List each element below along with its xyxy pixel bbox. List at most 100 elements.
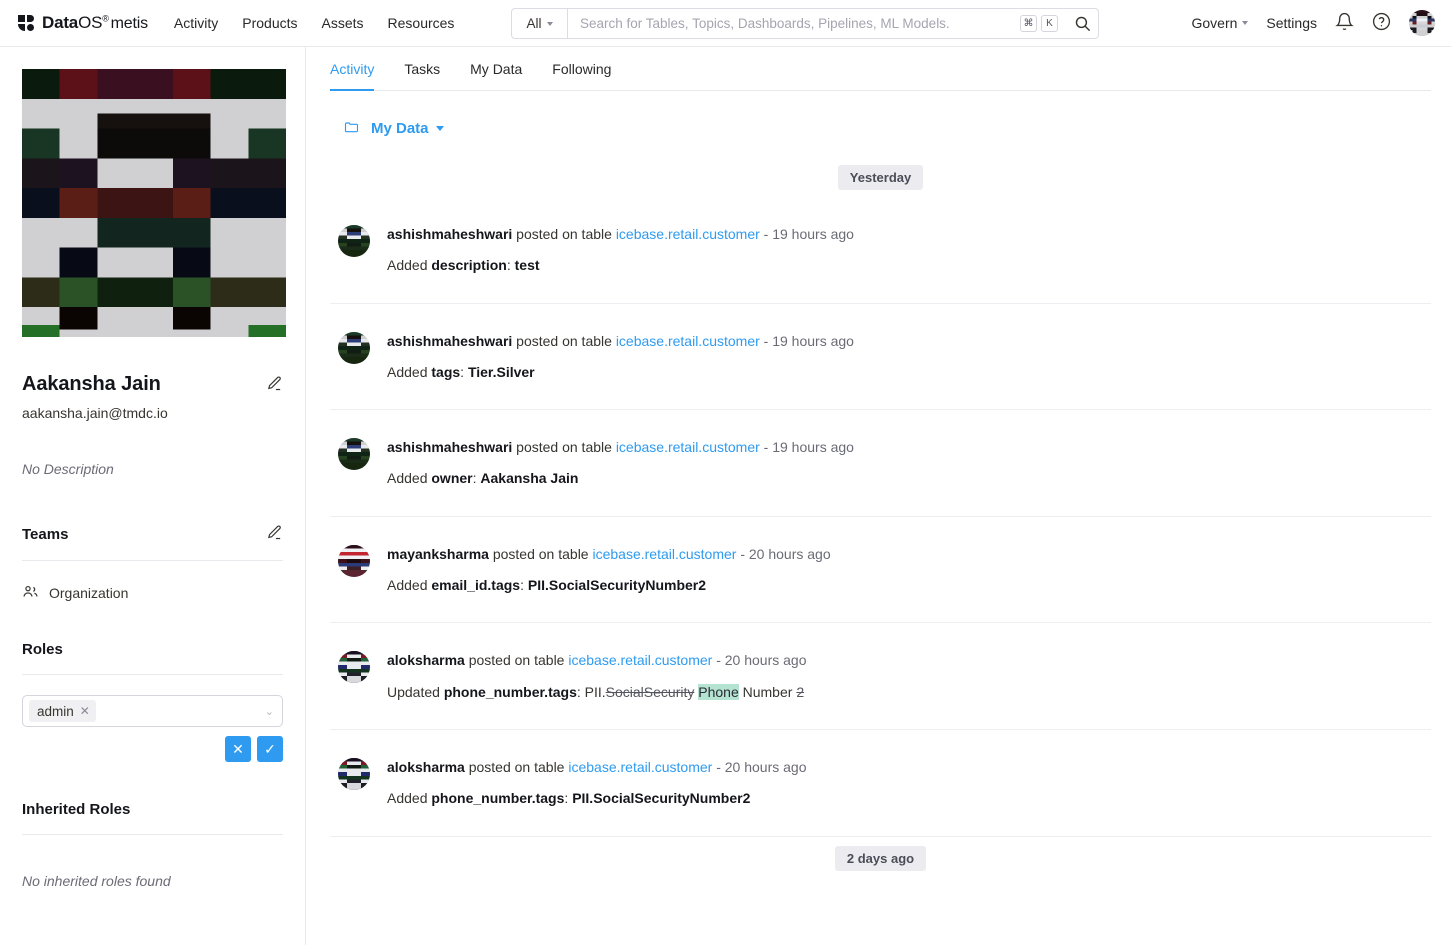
activity-action: posted on table xyxy=(464,652,569,669)
activity-item[interactable]: aloksharma posted on table icebase.retai… xyxy=(330,623,1431,730)
activity-item-headline: mayanksharma posted on table icebase.ret… xyxy=(387,544,1431,564)
brand-os: OS xyxy=(78,13,103,32)
brand-product: metis xyxy=(110,15,148,32)
roles-select[interactable]: admin ✕ ⌄ xyxy=(22,695,283,727)
inherited-roles-empty: No inherited roles found xyxy=(22,873,171,889)
sidebar-item-organization[interactable]: Organization xyxy=(22,583,283,603)
detail-value: test xyxy=(514,257,540,274)
avatar xyxy=(338,331,370,364)
activity-table-link[interactable]: icebase.retail.customer xyxy=(616,439,760,455)
activity-item-text: aloksharma posted on table icebase.retai… xyxy=(387,650,1431,702)
avatar xyxy=(338,225,370,257)
feed-date-separator: 2 days ago xyxy=(330,837,1431,878)
detail-field: email_id.tags xyxy=(431,577,521,594)
activity-action: posted on table xyxy=(512,226,616,242)
search-input[interactable] xyxy=(568,9,1020,38)
nav-item-assets[interactable]: Assets xyxy=(322,15,364,31)
folder-icon xyxy=(343,119,360,138)
activity-item[interactable]: ashishmaheshwari posted on table icebase… xyxy=(330,304,1431,411)
search-icon[interactable] xyxy=(1066,9,1098,38)
activity-feed: Yesterday ashishmaheshwari posted on tab… xyxy=(330,138,1431,878)
activity-table-link[interactable]: icebase.retail.customer xyxy=(568,759,712,775)
chevron-down-icon xyxy=(1242,21,1249,25)
activity-item-detail: Added owner: Aakansha Jain xyxy=(387,468,1431,488)
activity-item-detail: Added tags: Tier.Silver xyxy=(387,362,1431,382)
diff-removed-2: 2 xyxy=(796,683,805,700)
chevron-down-icon xyxy=(435,126,444,131)
detail-prefix: Added xyxy=(387,363,432,380)
detail-field: description xyxy=(431,257,507,274)
govern-menu[interactable]: Govern xyxy=(1191,15,1249,31)
feed-date-separator: Yesterday xyxy=(330,156,1431,197)
detail-value: Aakansha Jain xyxy=(480,470,579,487)
activity-table-link[interactable]: icebase.retail.customer xyxy=(616,333,760,349)
diff-removed: SocialSecurity xyxy=(605,683,695,700)
save-button[interactable]: ✓ xyxy=(257,736,283,762)
nav-item-products[interactable]: Products xyxy=(242,15,297,31)
activity-table-link[interactable]: icebase.retail.customer xyxy=(592,546,736,562)
teams-title: Teams xyxy=(22,525,69,543)
nav-item-activity[interactable]: Activity xyxy=(174,15,218,31)
activity-main-panel: Activity Tasks My Data Following My Data… xyxy=(306,47,1451,945)
divider xyxy=(22,560,283,561)
role-chip-admin: admin ✕ xyxy=(29,700,96,722)
diff-plain: PII. xyxy=(584,683,606,700)
feed-filter-row: My Data xyxy=(330,91,1431,138)
help-circle-icon[interactable] xyxy=(1372,12,1391,34)
detail-value: PII.SocialSecurityNumber2 xyxy=(572,790,751,807)
divider xyxy=(22,674,283,675)
avatar xyxy=(338,757,370,790)
tab-following[interactable]: Following xyxy=(552,61,611,91)
activity-item[interactable]: aloksharma posted on table icebase.retai… xyxy=(330,730,1431,837)
detail-field: owner xyxy=(431,470,473,487)
divider xyxy=(22,834,283,835)
role-chip-label: admin xyxy=(37,703,74,719)
detail-value: Tier.Silver xyxy=(467,363,535,380)
activity-item[interactable]: ashishmaheshwari posted on table icebase… xyxy=(330,197,1431,304)
search-scope-dropdown[interactable]: All xyxy=(512,9,568,38)
date-badge: Yesterday xyxy=(837,165,924,190)
users-icon xyxy=(22,583,39,603)
activity-user: ashishmaheshwari xyxy=(387,226,513,242)
tab-activity[interactable]: Activity xyxy=(330,61,375,91)
activity-item-text: mayanksharma posted on table icebase.ret… xyxy=(387,544,1431,596)
feed-filter-dropdown[interactable]: My Data xyxy=(371,120,444,137)
search-shortcut-hint: ⌘ K xyxy=(1020,15,1066,32)
activity-item[interactable]: mayanksharma posted on table icebase.ret… xyxy=(330,517,1431,624)
detail-separator: : xyxy=(520,577,528,594)
user-avatar[interactable] xyxy=(1409,10,1435,36)
date-badge: 2 days ago xyxy=(834,845,927,871)
inherited-roles-title: Inherited Roles xyxy=(22,801,131,818)
activity-item-detail: Added email_id.tags: PII.SocialSecurityN… xyxy=(387,575,1431,595)
tab-my-data[interactable]: My Data xyxy=(470,61,522,91)
detail-value: PII.SocialSecurityNumber2 xyxy=(527,577,707,594)
avatar xyxy=(338,651,370,684)
pencil-icon[interactable] xyxy=(266,524,283,544)
user-description-empty: No Description xyxy=(22,461,114,477)
activity-table-link[interactable]: icebase.retail.customer xyxy=(568,652,712,668)
pencil-icon[interactable] xyxy=(266,375,283,395)
dataos-logo-icon xyxy=(18,15,35,31)
activity-table-link[interactable]: icebase.retail.customer xyxy=(616,226,760,242)
bell-icon[interactable] xyxy=(1335,12,1354,34)
activity-action: posted on table xyxy=(488,545,593,562)
activity-timestamp: - 20 hours ago xyxy=(712,758,807,775)
activity-item-text: ashishmaheshwari posted on table icebase… xyxy=(387,224,1431,276)
detail-field: tags xyxy=(431,363,461,380)
settings-link[interactable]: Settings xyxy=(1266,15,1317,31)
search-scope-label: All xyxy=(526,16,542,31)
close-icon[interactable]: ✕ xyxy=(80,704,90,718)
roles-edit-actions: ✕ ✓ xyxy=(22,736,283,762)
detail-field: phone_number.tags xyxy=(431,790,565,807)
cancel-button[interactable]: ✕ xyxy=(225,736,251,762)
activity-item[interactable]: ashishmaheshwari posted on table icebase… xyxy=(330,410,1431,517)
feed-filter-label: My Data xyxy=(371,120,429,137)
nav-item-resources[interactable]: Resources xyxy=(388,15,455,31)
detail-prefix: Added xyxy=(387,790,432,807)
activity-action: posted on table xyxy=(512,439,616,456)
chevron-down-icon[interactable]: ⌄ xyxy=(265,705,274,718)
brand-logo[interactable]: DataOS® metis xyxy=(18,13,148,33)
activity-item-headline: aloksharma posted on table icebase.retai… xyxy=(387,757,1431,777)
tab-tasks[interactable]: Tasks xyxy=(404,61,440,91)
detail-prefix: Added xyxy=(387,577,432,594)
